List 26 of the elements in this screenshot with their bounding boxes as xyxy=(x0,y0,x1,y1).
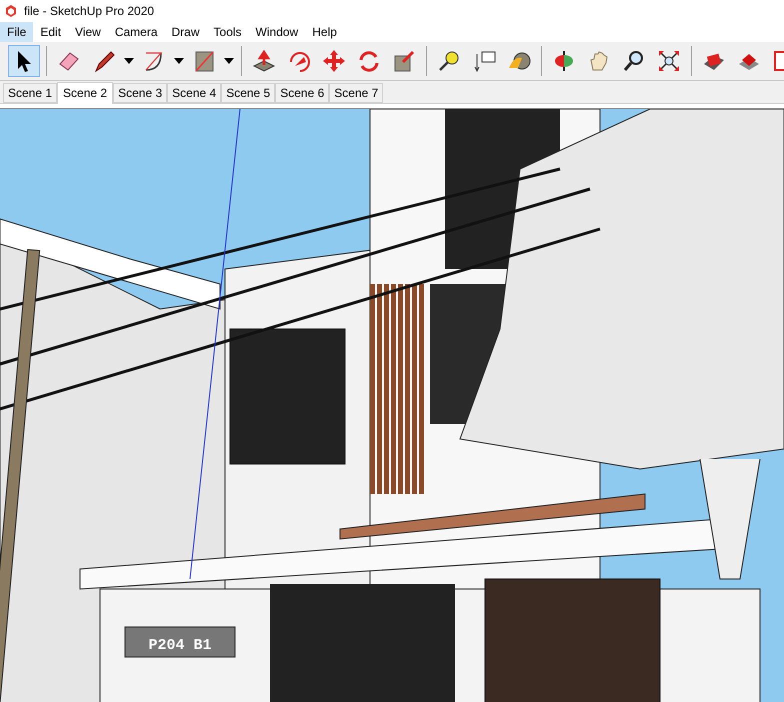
scene-tab[interactable]: Scene 2 xyxy=(57,82,114,104)
scene-tab[interactable]: Scene 5 xyxy=(221,83,276,103)
menu-item[interactable]: Help xyxy=(305,22,344,42)
menu-item[interactable]: Draw xyxy=(164,22,207,42)
scene-tab[interactable]: Scene 4 xyxy=(167,83,222,103)
scene-tab[interactable]: Scene 1 xyxy=(3,83,58,103)
caret-icon xyxy=(224,58,234,64)
scene-tab[interactable]: Scene 6 xyxy=(275,83,330,103)
menu-item[interactable]: Tools xyxy=(206,22,249,42)
building-sign: P204 B1 xyxy=(148,637,212,654)
scene-tab[interactable]: Scene 3 xyxy=(113,83,168,103)
menu-item[interactable]: Window xyxy=(248,22,306,42)
menu-item[interactable]: File xyxy=(0,22,34,42)
app-logo-icon xyxy=(4,4,18,18)
menu-item[interactable]: Camera xyxy=(108,22,165,42)
window-title: file - SketchUp Pro 2020 xyxy=(24,4,154,18)
push-pull-icon xyxy=(251,48,277,74)
zoom-extents-icon xyxy=(656,48,682,74)
caret-icon xyxy=(174,58,184,64)
move-arrows-icon xyxy=(321,48,347,74)
toolbar-button[interactable] xyxy=(8,45,40,77)
model-viewport[interactable]: P204 B1 xyxy=(0,108,784,702)
caret-icon xyxy=(124,58,134,64)
scene-tab[interactable]: Scene 7 xyxy=(329,83,384,103)
menu-item[interactable]: View xyxy=(68,22,108,42)
menu-item[interactable]: Edit xyxy=(33,22,68,42)
